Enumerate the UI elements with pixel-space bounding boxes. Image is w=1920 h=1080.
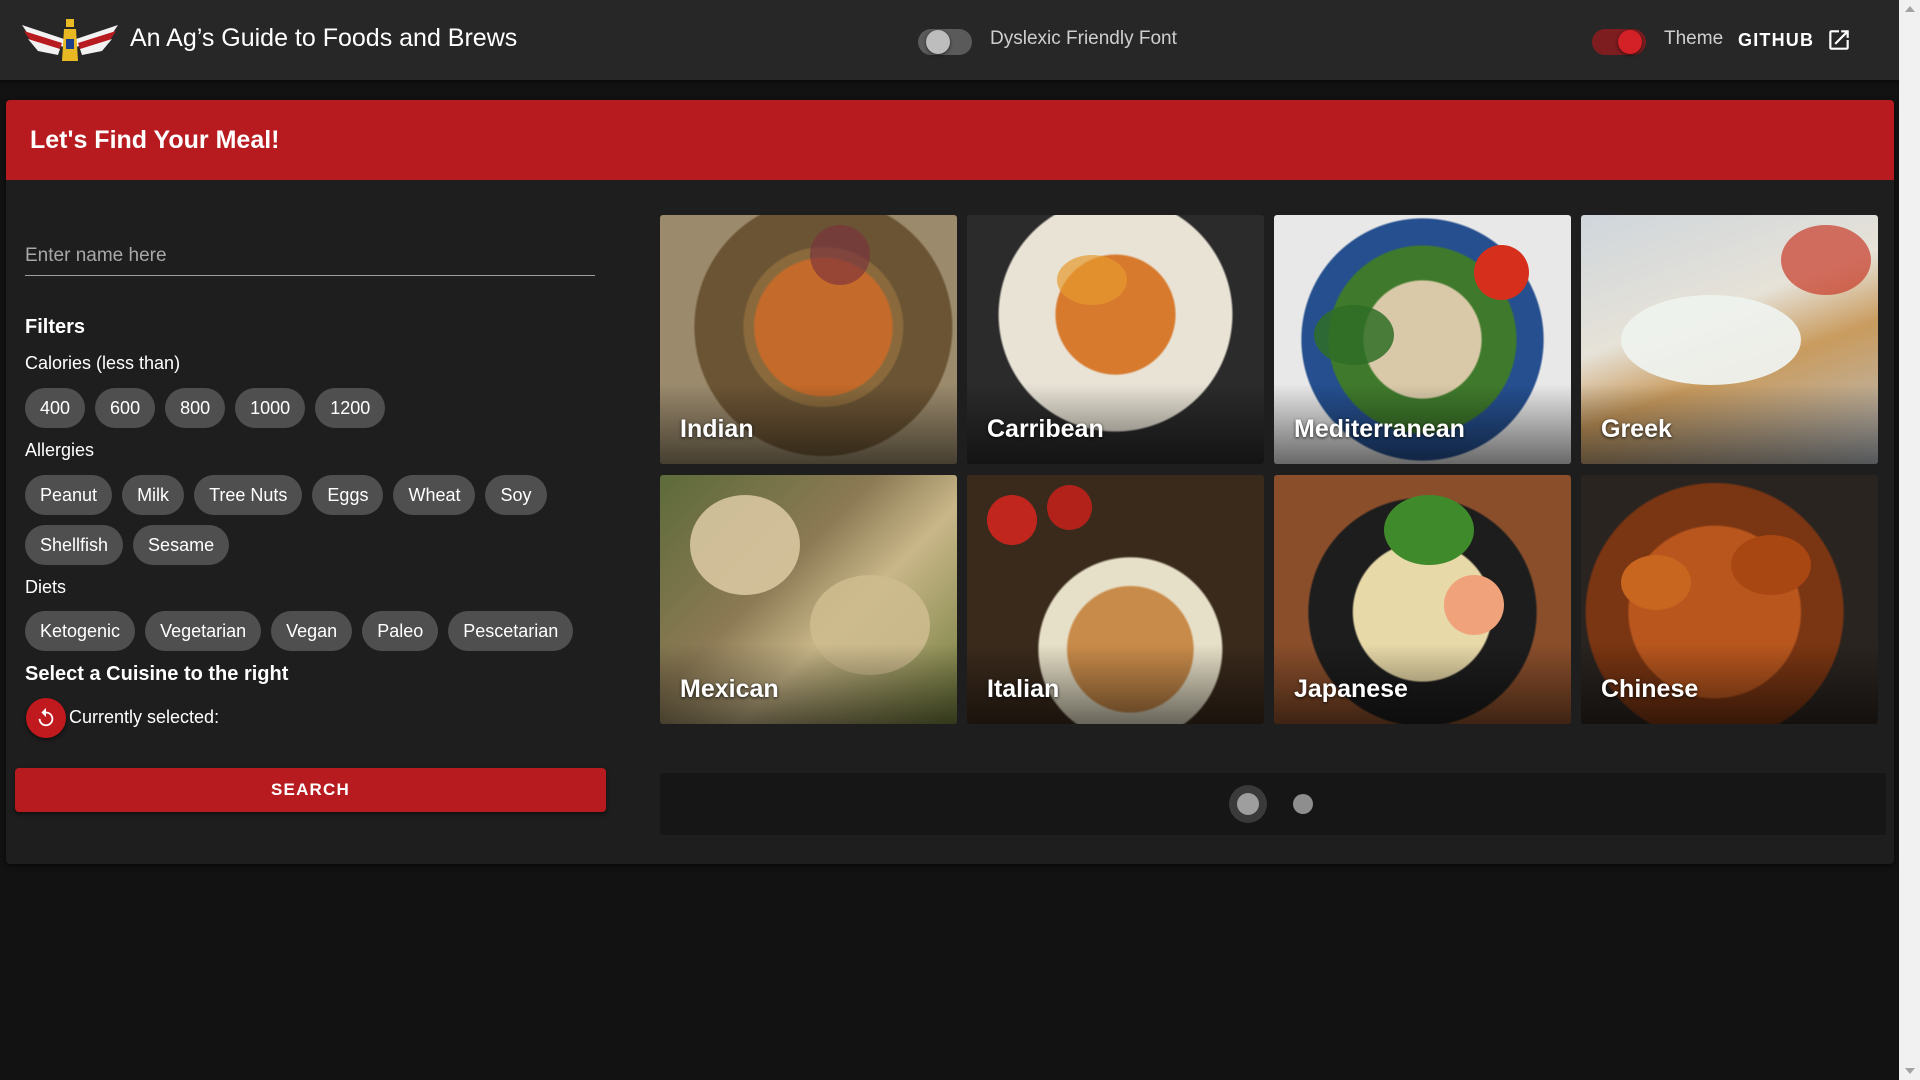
food-garnish <box>690 495 800 595</box>
cuisine-label: Chinese <box>1601 675 1699 703</box>
cuisine-label: Italian <box>987 675 1060 703</box>
card-header: Let's Find Your Meal! <box>6 100 1894 180</box>
food-garnish <box>1444 575 1504 635</box>
dyslexic-font-label: Dyslexic Friendly Font <box>990 28 1177 49</box>
vertical-scrollbar[interactable] <box>1899 0 1920 1080</box>
allergy-chip-wheat[interactable]: Wheat <box>393 475 476 515</box>
diet-chip-paleo[interactable]: Paleo <box>362 611 439 651</box>
meal-finder-card: Let's Find Your Meal! Filters Calories (… <box>6 100 1894 864</box>
diet-chip-pescetarian[interactable]: Pescetarian <box>448 611 574 651</box>
food-garnish <box>1057 255 1127 305</box>
food-garnish <box>1731 535 1811 595</box>
cuisine-tile-indian[interactable]: Indian <box>660 215 957 464</box>
cuisine-tile-japanese[interactable]: Japanese <box>1274 475 1571 724</box>
cuisine-label: Mexican <box>680 675 779 703</box>
github-button[interactable]: GITHUB <box>1738 20 1852 60</box>
search-button[interactable]: SEARCH <box>15 768 606 812</box>
cuisine-tile-greek[interactable]: Greek <box>1581 215 1878 464</box>
page-dot-1[interactable] <box>1237 793 1259 815</box>
allergy-chip-eggs[interactable]: Eggs <box>312 475 384 515</box>
toggle-thumb <box>926 30 950 54</box>
cuisine-label: Carribean <box>987 415 1104 443</box>
cuisine-tile-mediterranean[interactable]: Mediterranean <box>1274 215 1571 464</box>
cuisine-label: Mediterranean <box>1294 415 1465 443</box>
calorie-chip-400[interactable]: 400 <box>25 388 86 428</box>
currently-selected-label: Currently selected: <box>69 707 220 727</box>
cuisine-label: Japanese <box>1294 675 1408 703</box>
allergy-chip-sesame[interactable]: Sesame <box>133 525 230 565</box>
cuisine-tile-italian[interactable]: Italian <box>967 475 1264 724</box>
food-garnish <box>1314 305 1394 365</box>
toggle-thumb <box>1618 30 1642 54</box>
food-garnish <box>1621 295 1801 385</box>
refresh-icon <box>38 707 54 727</box>
diet-chip-vegan[interactable]: Vegan <box>271 611 353 651</box>
calories-chip-group: 400 600 800 1000 1200 <box>25 388 386 428</box>
calorie-chip-1200[interactable]: 1200 <box>315 388 386 428</box>
allergy-chip-milk[interactable]: Milk <box>122 475 185 515</box>
food-garnish <box>987 495 1037 545</box>
filters-title: Filters <box>25 316 86 338</box>
diets-label: Diets <box>25 577 67 597</box>
cuisine-tile-carribean[interactable]: Carribean <box>967 215 1264 464</box>
calorie-chip-1000[interactable]: 1000 <box>235 388 306 428</box>
cuisine-prompt: Select a Cuisine to the right <box>25 663 289 685</box>
github-label: GITHUB <box>1738 29 1815 50</box>
theme-toggle[interactable] <box>1588 22 1650 58</box>
food-garnish <box>810 225 870 285</box>
cuisine-tile-chinese[interactable]: Chinese <box>1581 475 1878 724</box>
diet-chip-ketogenic[interactable]: Ketogenic <box>25 611 136 651</box>
allergy-chip-soy[interactable]: Soy <box>485 475 547 515</box>
allergies-chip-group: Peanut Milk Tree Nuts Eggs Wheat Soy <box>25 475 547 515</box>
cuisine-tile-mexican[interactable]: Mexican <box>660 475 957 724</box>
food-garnish <box>1047 485 1092 530</box>
open-in-new-icon <box>1829 30 1849 50</box>
allergies-label: Allergies <box>25 440 95 460</box>
app-title: An Ag’s Guide to Foods and Brews <box>130 24 518 52</box>
page-dot-2[interactable] <box>1293 794 1313 814</box>
allergy-chip-tree-nuts[interactable]: Tree Nuts <box>194 475 303 515</box>
food-garnish <box>1621 555 1691 610</box>
calorie-chip-600[interactable]: 600 <box>95 388 156 428</box>
allergy-chip-shellfish[interactable]: Shellfish <box>25 525 124 565</box>
dyslexic-font-toggle[interactable] <box>914 22 976 58</box>
calorie-chip-800[interactable]: 800 <box>165 388 226 428</box>
reset-cuisine-button[interactable] <box>26 698 66 738</box>
cuisine-label: Indian <box>680 415 754 443</box>
name-input[interactable] <box>25 236 595 276</box>
app-bar: An Ag’s Guide to Foods and Brews Dyslexi… <box>0 0 1899 80</box>
diets-chip-group: Ketogenic Vegetarian Vegan Paleo Pesceta… <box>25 611 574 651</box>
allergy-chip-peanut[interactable]: Peanut <box>25 475 113 515</box>
calories-label: Calories (less than) <box>25 353 181 373</box>
cuisine-label: Greek <box>1601 415 1672 443</box>
allergies-chip-group-2: Shellfish Sesame <box>25 525 230 565</box>
food-garnish <box>1474 245 1529 300</box>
scroll-up-icon[interactable] <box>1905 6 1915 12</box>
scroll-down-icon[interactable] <box>1905 1068 1915 1074</box>
theme-label: Theme <box>1664 28 1724 49</box>
page-title: Let's Find Your Meal! <box>30 126 280 154</box>
food-garnish <box>1384 495 1474 565</box>
food-garnish <box>1781 225 1871 295</box>
carousel-pagination <box>660 773 1886 835</box>
logo-icon <box>22 19 118 61</box>
diet-chip-vegetarian[interactable]: Vegetarian <box>145 611 262 651</box>
